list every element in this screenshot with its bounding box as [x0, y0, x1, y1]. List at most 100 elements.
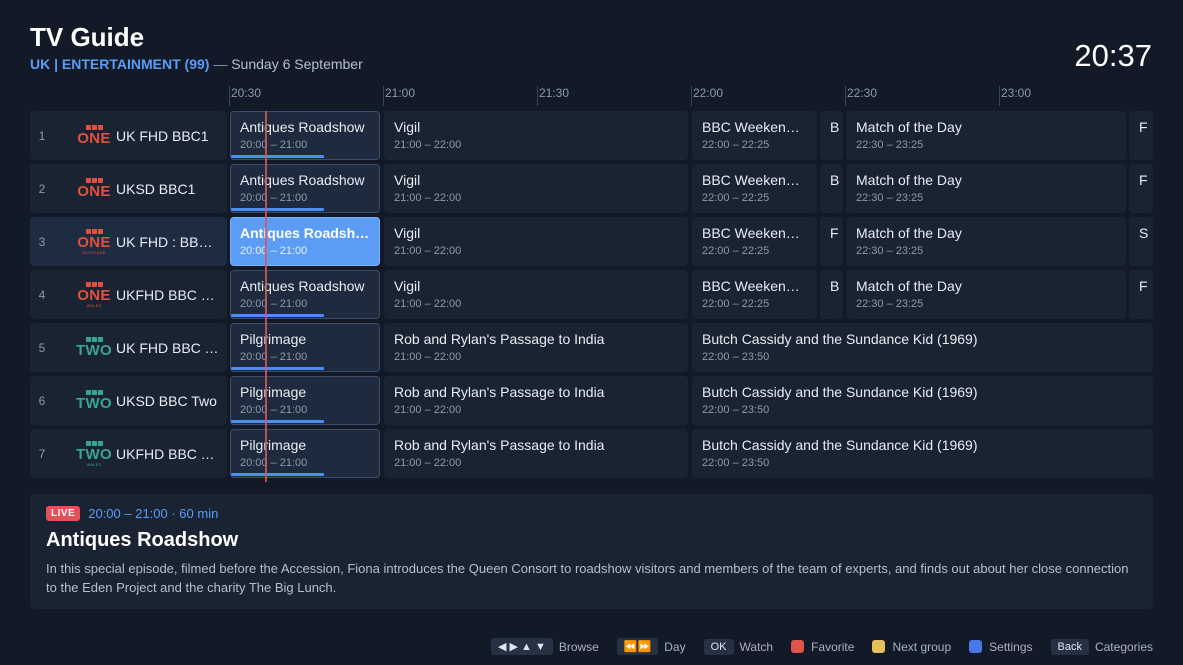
channel-row[interactable]: 6 TWO UKSD BBC Two Pilgrimage 20:00 – 21:00 R…: [30, 376, 1153, 425]
program-title: B: [830, 278, 840, 294]
bbc-blocks-icon: [85, 281, 103, 287]
program-time: 20:00 – 21:00: [240, 139, 308, 151]
program-cell[interactable]: Butch Cassidy and the Sundance Kid (1969…: [692, 323, 1153, 372]
program-time: 20:00 – 21:00: [240, 404, 308, 416]
timeline-tick: 21:30: [537, 86, 569, 106]
program-cell[interactable]: Butch Cassidy and the Sundance Kid (1969…: [692, 376, 1153, 425]
program-cell[interactable]: B: [820, 270, 843, 319]
program-time: 21:00 – 22:00: [394, 298, 462, 310]
program-cell[interactable]: B: [820, 111, 843, 160]
channel-row[interactable]: 1 ONE UK FHD BBC1 Antiques Roadshow 20:00 – …: [30, 111, 1153, 160]
program-cell[interactable]: Vigil 21:00 – 22:00: [384, 111, 688, 160]
program-cell[interactable]: Vigil 21:00 – 22:00: [384, 270, 688, 319]
program-cell[interactable]: B: [820, 164, 843, 213]
channel-cell[interactable]: 1 ONE UK FHD BBC1: [30, 111, 227, 160]
program-time: 20:00 – 21:00: [240, 457, 308, 469]
program-cell[interactable]: BBC Weekend News 22:00 – 22:25: [692, 217, 817, 266]
program-title: Rob and Rylan's Passage to India: [394, 331, 605, 347]
program-time: 20:00 – 21:00: [240, 298, 308, 310]
channel-cell[interactable]: 5 TWOUK FHD BBC TWO: [30, 323, 227, 372]
hint-settings: Settings: [969, 639, 1033, 654]
program-cell[interactable]: Match of the Day 22:30 – 23:25: [846, 270, 1126, 319]
program-time: 20:00 – 21:00: [240, 351, 308, 363]
program-cell[interactable]: BBC Weekend News 22:00 – 22:25: [692, 270, 817, 319]
channel-row[interactable]: 2 ONE UKSD BBC1 Antiques Roadshow 20:00 – 21…: [30, 164, 1153, 213]
program-cell[interactable]: Antiques Roadshow 20:00 – 21:00: [230, 164, 380, 213]
hint-label: Settings: [989, 639, 1033, 654]
program-cell[interactable]: Butch Cassidy and the Sundance Kid (1969…: [692, 429, 1153, 478]
program-title: Vigil: [394, 119, 421, 135]
hint-day: ⏪⏩ Day: [616, 638, 686, 655]
program-cell[interactable]: Vigil 21:00 – 22:00: [384, 164, 688, 213]
program-time: 22:00 – 22:25: [702, 298, 770, 310]
program-cell[interactable]: Rob and Rylan's Passage to India 21:00 – …: [384, 429, 688, 478]
progress-bar: [231, 420, 324, 423]
program-time: 21:00 – 22:00: [394, 404, 462, 416]
live-badge: LIVE: [46, 506, 81, 521]
channel-cell[interactable]: 6 TWO UKSD BBC Two: [30, 376, 227, 425]
program-cell[interactable]: Match of the Day 22:30 – 23:25: [846, 164, 1126, 213]
channel-name: UK FHD BBC1: [116, 127, 209, 144]
category-label[interactable]: UK | ENTERTAINMENT (99): [30, 56, 209, 72]
channel-name: UKFHD BBC ONE Wales: [116, 286, 220, 303]
program-title: BBC Weekend News: [702, 225, 807, 241]
hint-favorite: Favorite: [791, 640, 854, 654]
bbc-one-logo: ONE SCOTLAND: [74, 228, 114, 255]
program-details: LIVE 20:00 – 21:00 · 60 min Antiques Roa…: [30, 494, 1153, 609]
page-subtitle: UK | ENTERTAINMENT (99) — Sunday 6 Septe…: [30, 56, 363, 72]
channel-number: 1: [38, 128, 46, 143]
clock: 20:37: [1074, 38, 1152, 73]
program-cell[interactable]: F: [1129, 111, 1153, 160]
program-cell[interactable]: Rob and Rylan's Passage to India 21:00 – …: [384, 376, 688, 425]
channel-row[interactable]: 7TWOWALESUKFHD BBC TWO Wales Pilgrimage 20…: [30, 429, 1153, 478]
hint-categories: Back Categories: [1050, 638, 1153, 655]
program-cell[interactable]: Rob and Rylan's Passage to India 21:00 – …: [384, 323, 688, 372]
program-title: Match of the Day: [856, 278, 962, 294]
progress-bar: [231, 367, 324, 370]
progress-bar: [231, 473, 324, 476]
channel-row[interactable]: 5 TWOUK FHD BBC TWO Pilgrimage 20:00 – 21:0…: [30, 323, 1153, 372]
hint-label: Day: [664, 639, 686, 654]
program-cell[interactable]: F: [820, 217, 843, 266]
program-cell[interactable]: Match of the Day 22:30 – 23:25: [846, 217, 1126, 266]
channel-name: UK FHD BBC TWO: [116, 339, 220, 356]
program-cell[interactable]: BBC Weekend News 22:00 – 22:25: [692, 111, 817, 160]
channel-cell[interactable]: 3ONESCOTLANDUK FHD : BBC ONE Scotland: [30, 217, 227, 266]
program-time: 22:30 – 23:25: [856, 245, 924, 257]
program-time: 21:00 – 22:00: [394, 351, 462, 363]
program-cell[interactable]: S: [1129, 217, 1153, 266]
timeline-tick: 22:30: [845, 86, 877, 106]
logo-word: TWO: [76, 395, 112, 412]
program-cell[interactable]: Antiques Roadshow 20:00 – 21:00: [230, 270, 380, 319]
channel-cell[interactable]: 4ONEWALESUKFHD BBC ONE Wales: [30, 270, 227, 319]
program-cell[interactable]: F: [1129, 270, 1153, 319]
program-cell[interactable]: Match of the Day 22:30 – 23:25: [846, 111, 1126, 160]
channel-cell[interactable]: 7TWOWALESUKFHD BBC TWO Wales: [30, 429, 227, 478]
channel-cell[interactable]: 2 ONE UKSD BBC1: [30, 164, 227, 213]
channel-row[interactable]: 3ONESCOTLANDUK FHD : BBC ONE ScotlandAnt…: [30, 217, 1153, 266]
program-cell[interactable]: Pilgrimage 20:00 – 21:00: [230, 323, 380, 372]
logo-word: TWO: [76, 342, 112, 359]
program-title: BBC Weekend News: [702, 278, 807, 294]
program-cell[interactable]: Pilgrimage 20:00 – 21:00: [230, 429, 380, 478]
program-cell[interactable]: Pilgrimage 20:00 – 21:00: [230, 376, 380, 425]
program-title: Antiques Roadshow: [240, 119, 365, 135]
program-cell[interactable]: Antiques Roadshow 20:00 – 21:00: [230, 111, 380, 160]
program-title: Vigil: [394, 225, 421, 241]
bbc-two-logo: TWO: [74, 390, 114, 411]
program-time: 20:00 – 21:00: [240, 192, 308, 204]
program-cell[interactable]: BBC Weekend News 22:00 – 22:25: [692, 164, 817, 213]
program-cell[interactable]: Vigil 21:00 – 22:00: [384, 217, 688, 266]
channel-row[interactable]: 4ONEWALESUKFHD BBC ONE WalesAntiques Roa…: [30, 270, 1153, 319]
program-title: Antiques Roadshow: [240, 278, 365, 294]
program-time: 21:00 – 22:00: [394, 245, 462, 257]
program-cell[interactable]: F: [1129, 164, 1153, 213]
logo-region: WALES: [86, 461, 102, 467]
program-title: Butch Cassidy and the Sundance Kid (1969…: [702, 331, 978, 347]
program-title: Pilgrimage: [240, 437, 307, 453]
details-time: 20:00 – 21:00 · 60 min: [88, 506, 219, 521]
date-label: Sunday 6 September: [231, 56, 363, 72]
program-title: F: [1139, 278, 1148, 294]
program-cell[interactable]: Antiques Roadshow 20:00 – 21:00: [230, 217, 380, 266]
hint-label: Watch: [739, 639, 774, 654]
